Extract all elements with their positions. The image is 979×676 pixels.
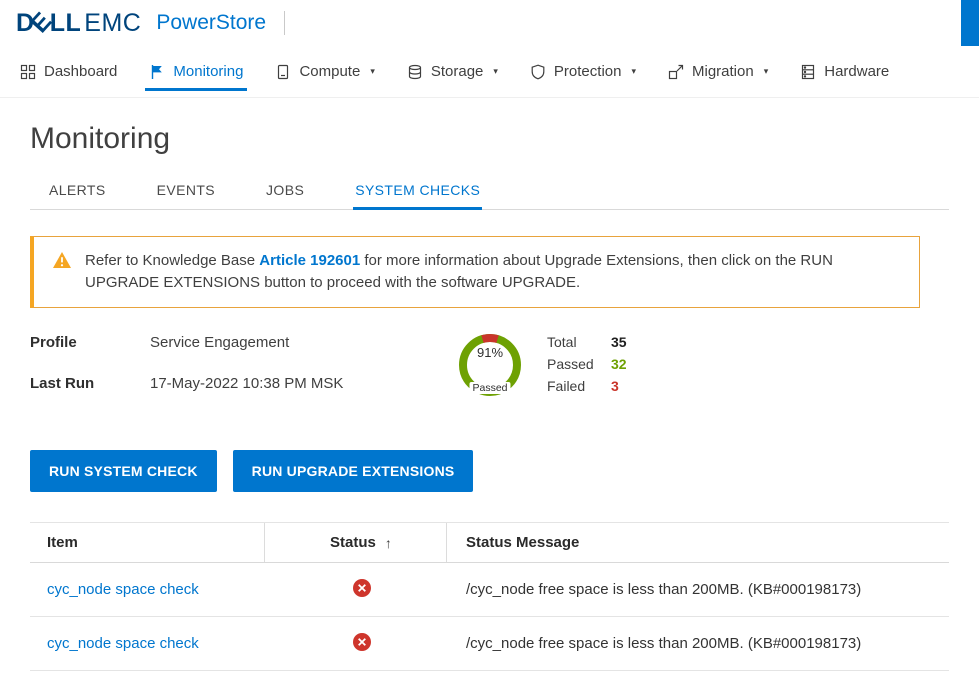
item-link[interactable]: cyc_node space check <box>47 581 199 598</box>
legend-passed-label: Passed <box>547 356 611 373</box>
last-run-label: Last Run <box>30 375 150 392</box>
dell-wordmark: DELL <box>16 9 81 38</box>
legend-total-label: Total <box>547 334 611 351</box>
profile-row: Profile Service Engagement <box>30 334 455 351</box>
nav-item-label: Storage <box>431 63 484 80</box>
shield-icon <box>530 64 546 80</box>
tab-system-checks[interactable]: SYSTEM CHECKS <box>353 182 482 209</box>
banner-text-before: Refer to Knowledge Base <box>85 252 255 269</box>
nav-item-dashboard[interactable]: Dashboard <box>4 46 133 97</box>
profile-value: Service Engagement <box>150 334 289 351</box>
monitoring-tabs: ALERTS EVENTS JOBS SYSTEM CHECKS <box>30 182 949 210</box>
nav-item-compute[interactable]: Compute ▾ <box>259 46 390 97</box>
tab-events[interactable]: EVENTS <box>155 182 217 209</box>
nav-item-migration[interactable]: Migration ▾ <box>652 46 784 97</box>
sort-ascending-icon: ↑ <box>385 535 392 551</box>
banner-text: Refer to Knowledge Base Article 192601 f… <box>85 250 901 294</box>
kb-article-link[interactable]: Article 192601 <box>259 252 360 269</box>
item-link[interactable]: cyc_node space check <box>47 635 199 652</box>
tab-alerts[interactable]: ALERTS <box>47 182 108 209</box>
error-status-icon <box>353 579 371 601</box>
system-checks-table: Item Status ↑ Status Message cyc_node sp… <box>30 522 949 671</box>
status-message: /cyc_node free space is less than 200MB.… <box>447 581 949 598</box>
nav-item-label: Monitoring <box>173 63 243 80</box>
donut-passed-label: Passed <box>469 382 510 394</box>
monitoring-flag-icon <box>149 64 165 80</box>
hardware-rack-icon <box>800 64 816 80</box>
actions-toolbar: RUN SYSTEM CHECK RUN UPGRADE EXTENSIONS <box>30 450 949 492</box>
dell-emc-logo[interactable]: DELL EMC <box>16 9 141 38</box>
nav-item-storage[interactable]: Storage ▾ <box>391 46 514 97</box>
product-name: PowerStore <box>156 11 266 35</box>
main-content: Monitoring ALERTS EVENTS JOBS SYSTEM CHE… <box>0 122 979 671</box>
storage-icon <box>407 64 423 80</box>
system-check-summary: Profile Service Engagement Last Run 17-M… <box>30 334 949 416</box>
run-upgrade-extensions-button[interactable]: RUN UPGRADE EXTENSIONS <box>233 450 474 492</box>
masthead: DELL EMC PowerStore <box>0 0 979 46</box>
table-header-row: Item Status ↑ Status Message <box>30 522 949 563</box>
profile-label: Profile <box>30 334 150 351</box>
legend-passed-row: Passed 32 <box>547 356 627 373</box>
column-header-status[interactable]: Status ↑ <box>265 523 447 562</box>
emc-wordmark: EMC <box>84 9 141 38</box>
warning-banner: Refer to Knowledge Base Article 192601 f… <box>30 236 920 308</box>
chevron-down-icon: ▾ <box>631 66 636 77</box>
column-header-item[interactable]: Item <box>30 523 265 562</box>
last-run-value: 17-May-2022 10:38 PM MSK <box>150 375 343 392</box>
nav-item-hardware[interactable]: Hardware <box>784 46 905 97</box>
dashboard-icon <box>20 64 36 80</box>
run-system-check-button[interactable]: RUN SYSTEM CHECK <box>30 450 217 492</box>
legend-total-value: 35 <box>611 334 627 351</box>
table-row: cyc_node space check /cyc_node free spac… <box>30 563 949 617</box>
legend-passed-value: 32 <box>611 356 627 373</box>
nav-item-label: Protection <box>554 63 622 80</box>
compute-icon <box>275 64 291 80</box>
summary-key-values: Profile Service Engagement Last Run 17-M… <box>30 334 455 416</box>
page-title: Monitoring <box>30 122 949 156</box>
nav-item-label: Migration <box>692 63 754 80</box>
nav-item-label: Hardware <box>824 63 889 80</box>
masthead-right-panel <box>961 0 979 46</box>
migration-icon <box>668 64 684 80</box>
table-row: cyc_node space check /cyc_node free spac… <box>30 617 949 671</box>
chevron-down-icon: ▾ <box>764 66 769 77</box>
legend-failed-row: Failed 3 <box>547 378 627 395</box>
primary-nav: Dashboard Monitoring Compute ▾ Storage ▾… <box>0 46 979 98</box>
column-header-status-message[interactable]: Status Message <box>447 523 949 562</box>
legend-failed-value: 3 <box>611 378 619 395</box>
donut-percent-label: 91% <box>455 345 525 360</box>
nav-item-label: Compute <box>299 63 360 80</box>
status-message: /cyc_node free space is less than 200MB.… <box>447 635 949 652</box>
chevron-down-icon: ▾ <box>493 66 498 77</box>
nav-item-protection[interactable]: Protection ▾ <box>514 46 652 97</box>
check-count-legend: Total 35 Passed 32 Failed 3 <box>547 334 627 400</box>
passed-percentage-donut: 91% Passed <box>455 330 525 400</box>
legend-total-row: Total 35 <box>547 334 627 351</box>
warning-triangle-icon <box>52 251 72 274</box>
error-status-icon <box>353 633 371 655</box>
masthead-divider <box>284 11 285 35</box>
nav-item-label: Dashboard <box>44 63 117 80</box>
chevron-down-icon: ▾ <box>370 66 375 77</box>
last-run-row: Last Run 17-May-2022 10:38 PM MSK <box>30 375 455 392</box>
nav-item-monitoring[interactable]: Monitoring <box>133 46 259 97</box>
tab-jobs[interactable]: JOBS <box>264 182 306 209</box>
legend-failed-label: Failed <box>547 378 611 395</box>
